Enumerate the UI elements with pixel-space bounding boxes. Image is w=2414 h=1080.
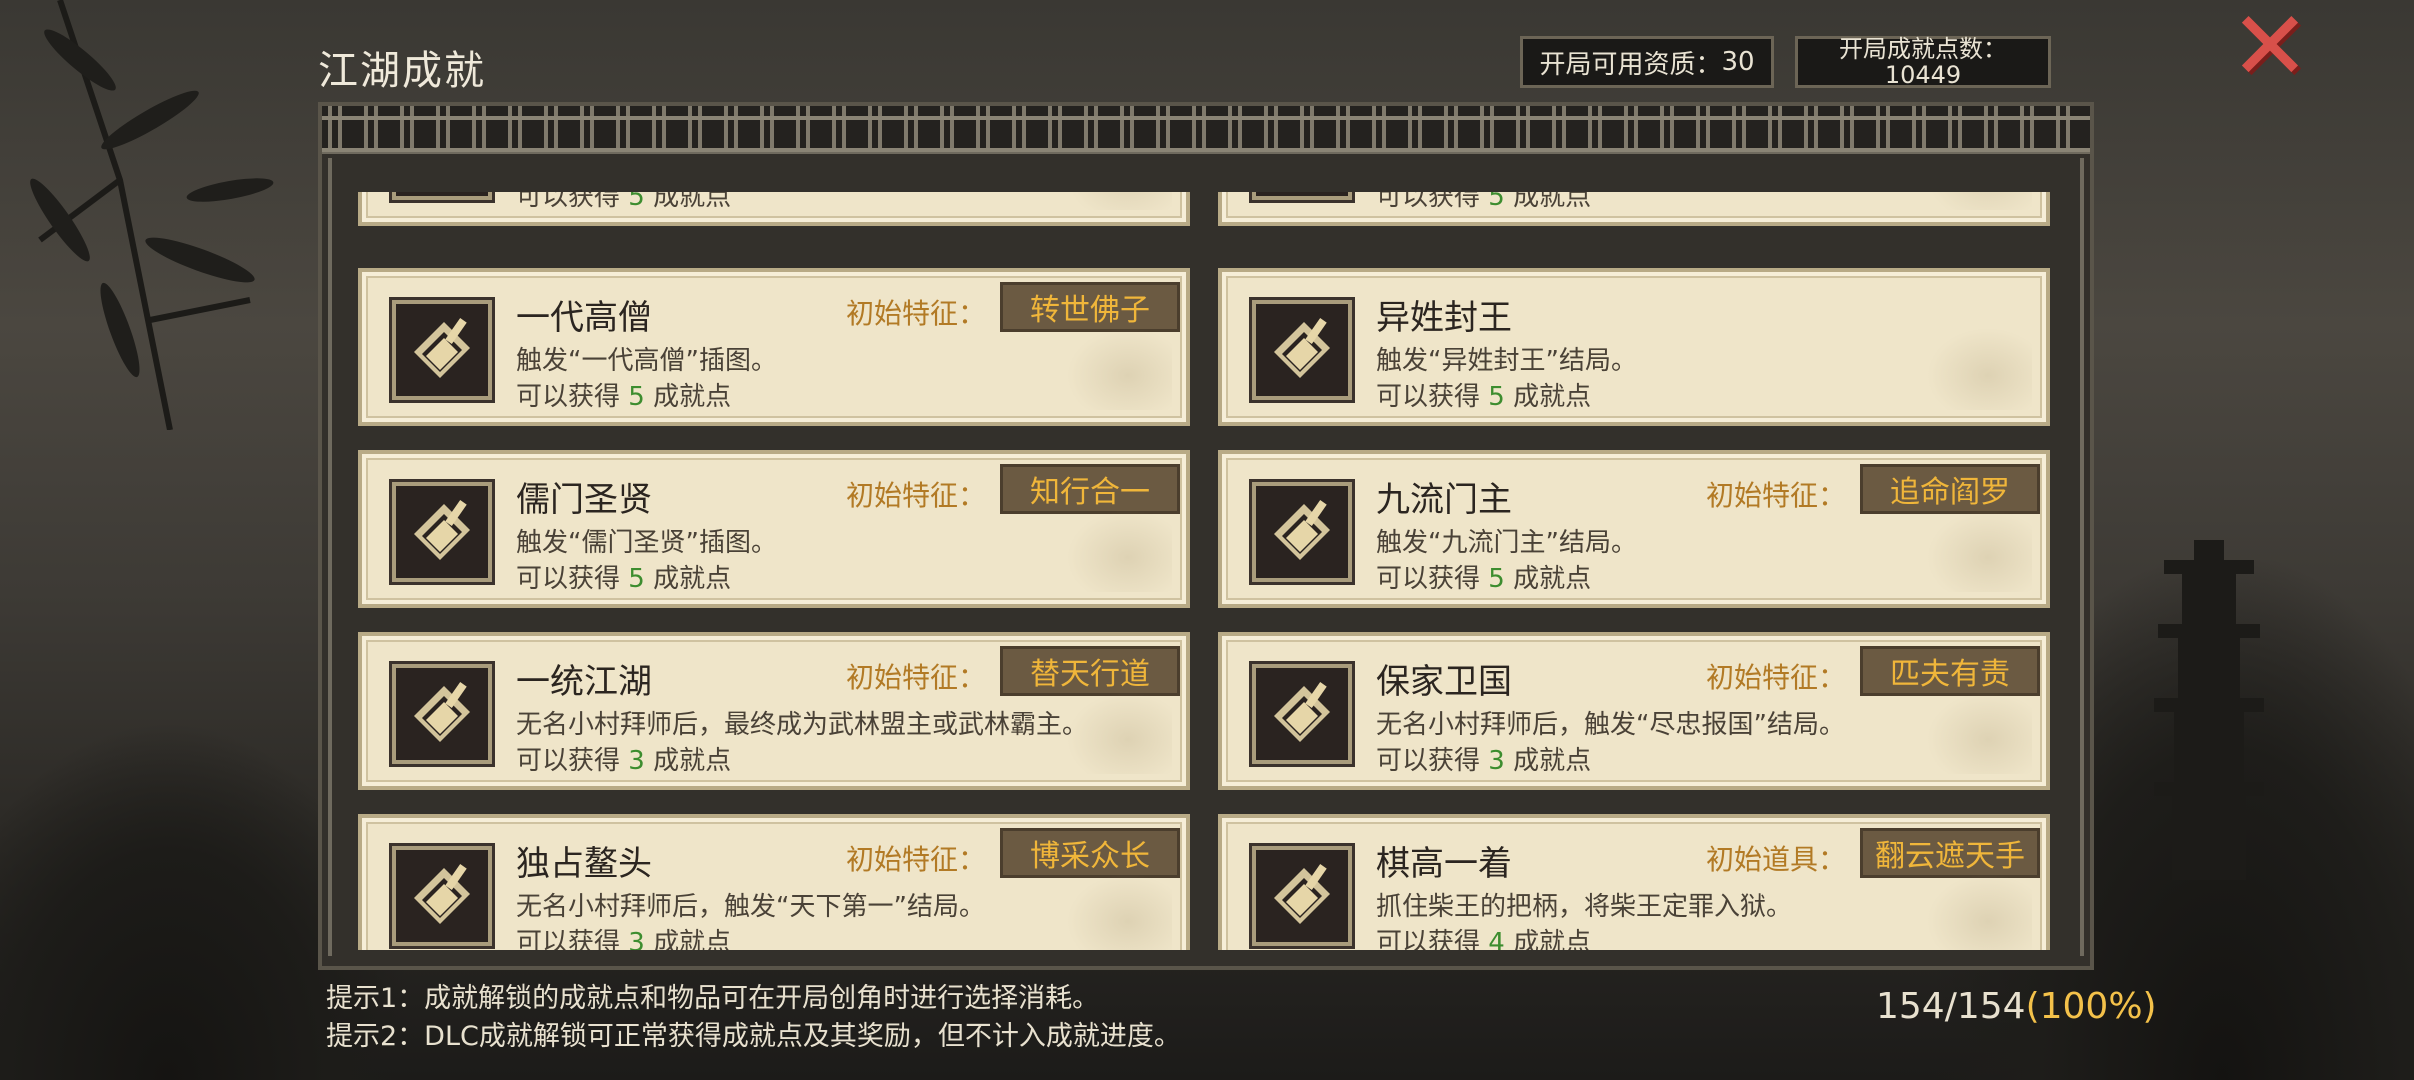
trait-badge[interactable]: 知行合一 (1000, 464, 1180, 514)
achievement-description: 无名小村拜师后，最终成为武林盟主或武林霸主。 (516, 710, 1089, 740)
achievement-card[interactable]: 九流门主 初始特征： 追命阎罗 触发“九流门主”结局。 可以获得 5 成就点 (1218, 450, 2050, 608)
achievement-reward: 可以获得 5 成就点 (1376, 382, 1592, 412)
scroll-icon (392, 846, 492, 946)
achievement-description: 触发“异姓封王”结局。 (1376, 346, 1637, 376)
panel-left-border (328, 158, 358, 956)
scroll-icon (1252, 482, 1352, 582)
trait-badge[interactable]: 匹夫有责 (1860, 646, 2040, 696)
achievement-panel: 可以获得 5 成就点 可以获得 5 成就点 一代高僧 初始特征： 转世佛子 触发… (318, 102, 2094, 970)
bamboo-decoration (30, 0, 274, 430)
item-badge[interactable]: 翻云遮天手 (1860, 828, 2040, 878)
achievement-reward: 可以获得 3 成就点 (516, 928, 732, 950)
achievement-card[interactable]: 异姓封王 触发“异姓封王”结局。 可以获得 5 成就点 (1218, 268, 2050, 426)
scroll-icon (392, 192, 492, 200)
achievement-reward: 可以获得 5 成就点 (516, 382, 732, 412)
achievement-name: 一代高僧 (516, 298, 652, 338)
achievement-name: 棋高一着 (1376, 844, 1512, 884)
achievement-name: 儒门圣贤 (516, 480, 652, 520)
trait-label: 初始特征： (846, 661, 987, 694)
scroll-icon (1252, 300, 1352, 400)
starting-points-box: 开局成就点数： 10449 (1795, 36, 2051, 88)
achievement-reward: 可以获得 5 成就点 (516, 192, 732, 212)
scroll-icon (1252, 192, 1352, 200)
fret-border (322, 106, 2090, 154)
progress-indicator: 154/154(100%) (1876, 986, 2157, 1027)
tips-block: 提示1：成就解锁的成就点和物品可在开局创角时进行选择消耗。 提示2：DLC成就解… (326, 980, 1181, 1056)
trait-label: 初始特征： (846, 297, 987, 330)
close-icon[interactable]: ✕ (2228, 0, 2312, 94)
trait-badge[interactable]: 追命阎罗 (1860, 464, 2040, 514)
achievement-name: 一统江湖 (516, 662, 652, 702)
scroll-icon (1252, 846, 1352, 946)
achievement-name: 九流门主 (1376, 480, 1512, 520)
achievement-description: 抓住柴王的把柄，将柴王定罪入狱。 (1376, 892, 1793, 922)
achievement-reward: 可以获得 4 成就点 (1376, 928, 1592, 950)
trait-badge[interactable]: 转世佛子 (1000, 282, 1180, 332)
achievement-name: 异姓封王 (1376, 298, 1512, 338)
pagoda-silhouette (2154, 540, 2264, 880)
achievement-reward: 可以获得 3 成就点 (516, 746, 732, 776)
page-title: 江湖成就 (318, 48, 486, 94)
achievement-card[interactable]: 独占鳌头 初始特征： 博采众长 无名小村拜师后，触发“天下第一”结局。 可以获得… (358, 814, 1190, 950)
scroll-icon (1252, 664, 1352, 764)
trait-label: 初始特征： (1706, 479, 1847, 512)
achievement-card[interactable]: 一统江湖 初始特征： 替天行道 无名小村拜师后，最终成为武林盟主或武林霸主。 可… (358, 632, 1190, 790)
achievement-card[interactable]: 保家卫国 初始特征： 匹夫有责 无名小村拜师后，触发“尽忠报国”结局。 可以获得… (1218, 632, 2050, 790)
achievement-description: 触发“儒门圣贤”插图。 (516, 528, 777, 558)
scroll-icon (392, 664, 492, 764)
achievement-card[interactable]: 儒门圣贤 初始特征： 知行合一 触发“儒门圣贤”插图。 可以获得 5 成就点 (358, 450, 1190, 608)
achievement-description: 无名小村拜师后，触发“天下第一”结局。 (516, 892, 985, 922)
achievement-card[interactable]: 可以获得 5 成就点 (1218, 192, 2050, 226)
progress-percent: (100%) (2025, 986, 2157, 1027)
achievement-description: 触发“九流门主”结局。 (1376, 528, 1637, 558)
starting-qualification-box: 开局可用资质： 30 (1520, 36, 1774, 88)
trait-badge[interactable]: 博采众长 (1000, 828, 1180, 878)
achievement-name: 保家卫国 (1376, 662, 1512, 702)
trait-label: 初始特征： (846, 479, 987, 512)
achievement-description: 触发“一代高僧”插图。 (516, 346, 777, 376)
achievement-description: 无名小村拜师后，触发“尽忠报国”结局。 (1376, 710, 1845, 740)
trait-label: 初始道具： (1706, 843, 1847, 876)
trait-badge[interactable]: 替天行道 (1000, 646, 1180, 696)
achievement-card[interactable]: 可以获得 5 成就点 (358, 192, 1190, 226)
tip-1: 提示1：成就解锁的成就点和物品可在开局创角时进行选择消耗。 (326, 983, 1100, 1014)
tip-2: 提示2：DLC成就解锁可正常获得成就点及其奖励，但不计入成就进度。 (326, 1021, 1181, 1052)
trait-label: 初始特征： (1706, 661, 1847, 694)
achievement-name: 独占鳌头 (516, 844, 652, 884)
achievement-card[interactable]: 棋高一着 初始道具： 翻云遮天手 抓住柴王的把柄，将柴王定罪入狱。 可以获得 4… (1218, 814, 2050, 950)
achievement-reward: 可以获得 5 成就点 (1376, 192, 1592, 212)
points-label: 开局成就点数： (1839, 35, 2007, 63)
scroll-icon (392, 482, 492, 582)
points-value: 10449 (1884, 61, 1962, 89)
achievement-reward: 可以获得 5 成就点 (516, 564, 732, 594)
achievement-list[interactable]: 可以获得 5 成就点 可以获得 5 成就点 一代高僧 初始特征： 转世佛子 触发… (358, 192, 2062, 950)
qualification-value: 30 (1721, 47, 1755, 77)
scroll-icon (392, 300, 492, 400)
achievement-card[interactable]: 一代高僧 初始特征： 转世佛子 触发“一代高僧”插图。 可以获得 5 成就点 (358, 268, 1190, 426)
trait-label: 初始特征： (846, 843, 987, 876)
achievement-reward: 可以获得 3 成就点 (1376, 746, 1592, 776)
qualification-label: 开局可用资质： (1539, 49, 1722, 80)
achievement-reward: 可以获得 5 成就点 (1376, 564, 1592, 594)
progress-count: 154/154 (1876, 986, 2026, 1027)
